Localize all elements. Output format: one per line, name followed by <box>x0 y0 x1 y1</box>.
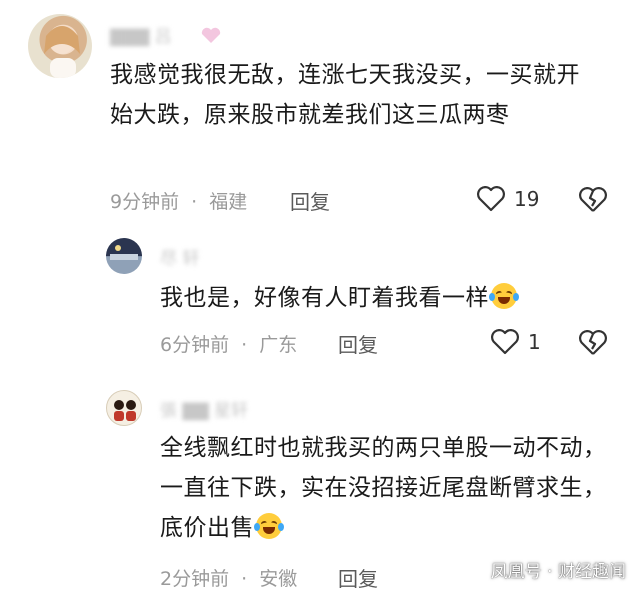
separator: · <box>191 191 198 213</box>
reply-button[interactable]: 回复 <box>338 329 378 358</box>
girl-photo-icon <box>44 26 80 78</box>
like-count: 19 <box>514 187 540 211</box>
laugh-cry-emoji-icon <box>254 513 284 539</box>
like-count: 1 <box>528 330 541 354</box>
comment-text-content: 全线飘红时也就我买的两只单股一动不动，一直往下跌，实在没招接近尾盘断臂求生，底价… <box>160 435 607 541</box>
username[interactable]: 張 ▇▇ 星轩 <box>160 396 248 421</box>
comment-meta: 6分钟前 · 广东 <box>160 330 297 357</box>
like-button[interactable]: 1 <box>490 329 541 355</box>
heart-icon <box>491 329 519 355</box>
watermark: 凤凰号 · 财经趣闻 <box>490 562 626 582</box>
laugh-cry-emoji-icon <box>489 283 519 309</box>
location: 安徽 <box>259 568 298 590</box>
username[interactable]: 尽 轩 <box>160 244 199 269</box>
broken-heart-icon[interactable] <box>578 330 608 356</box>
heart-badge-icon <box>201 27 221 43</box>
timestamp: 6分钟前 <box>160 334 230 356</box>
comment-item: ▇▇▇ 吕 我感觉我很无敌，连涨七天我没买，一买就开始大跌，原来股市就差我们这三… <box>0 0 640 220</box>
separator: · <box>241 568 248 590</box>
separator: · <box>241 334 248 356</box>
night-scene-photo-icon <box>110 245 138 260</box>
timestamp: 9分钟前 <box>110 191 180 213</box>
reply-button[interactable]: 回复 <box>290 186 330 215</box>
comment-meta: 2分钟前 · 安徽 <box>160 564 297 591</box>
avatar[interactable] <box>106 238 142 274</box>
couple-cartoon-icon <box>114 400 136 421</box>
timestamp: 2分钟前 <box>160 568 230 590</box>
comment-text-content: 我也是，好像有人盯着我看一样 <box>160 285 489 311</box>
like-button[interactable]: 19 <box>476 186 539 212</box>
username[interactable]: ▇▇▇ 吕 <box>110 22 172 47</box>
location: 广东 <box>259 334 298 356</box>
comment-meta: 9分钟前 · 福建 <box>110 187 247 214</box>
comment-item: 尽 轩 我也是，好像有人盯着我看一样 6分钟前 · 广东 回复 1 <box>0 228 640 368</box>
heart-icon <box>477 186 505 212</box>
broken-heart-icon[interactable] <box>578 187 608 213</box>
comment-text: 我感觉我很无敌，连涨七天我没买，一买就开始大跌，原来股市就差我们这三瓜两枣 <box>110 62 580 128</box>
comment-text: 我也是，好像有人盯着我看一样 <box>160 278 600 318</box>
comment-text: 全线飘红时也就我买的两只单股一动不动，一直往下跌，实在没招接近尾盘断臂求生，底价… <box>160 428 610 548</box>
location: 福建 <box>209 191 248 213</box>
avatar[interactable] <box>28 14 92 78</box>
avatar[interactable] <box>106 390 142 426</box>
